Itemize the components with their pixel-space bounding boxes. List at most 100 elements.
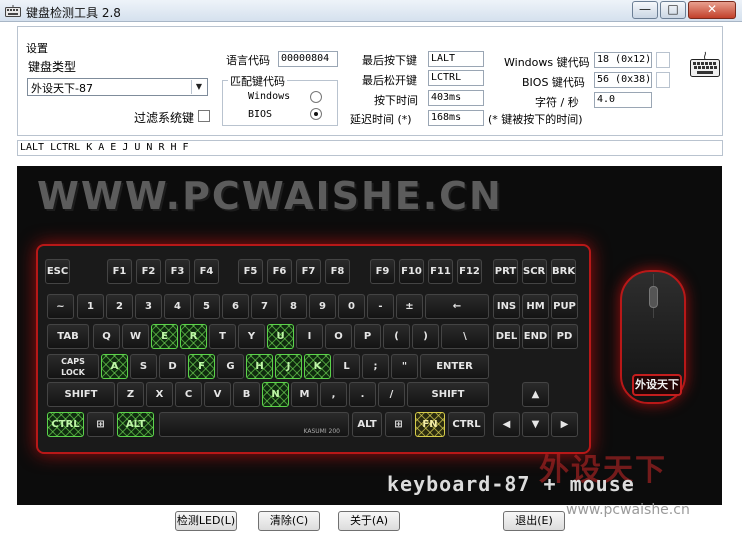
key-s: S [130, 354, 157, 379]
key-l: L [333, 354, 360, 379]
key-fn: FN [415, 412, 445, 437]
bios-key-code-field: 56 (0x38) [594, 72, 652, 88]
key-h: H [246, 354, 273, 379]
key-y: Y [238, 324, 265, 349]
minimize-button[interactable]: — [632, 1, 658, 19]
key-rctrl: CTRL [448, 412, 485, 437]
mouse-logo: 外设天下 [632, 374, 682, 396]
key-a: A [101, 354, 128, 379]
key-plus: ± [396, 294, 423, 319]
key-del: DEL [493, 324, 520, 349]
key-f1: F1 [107, 259, 132, 284]
mouse-wheel [649, 286, 658, 308]
maximize-button[interactable]: □ [660, 1, 686, 19]
watermark-url: www.pcwaishe.cn [566, 502, 690, 518]
match-key-code-label: 匹配键代码 [228, 73, 287, 89]
keyboard-icon [690, 51, 720, 77]
key-f5: F5 [238, 259, 263, 284]
key-x: X [146, 382, 173, 407]
bios-radio[interactable] [310, 108, 322, 120]
keyboard-type-value: 外设天下-87 [31, 82, 93, 95]
key-lshift: SHIFT [47, 382, 115, 407]
key-e: E [151, 324, 178, 349]
keyboard-type-select[interactable]: 外设天下-87 ▼ [27, 78, 208, 96]
last-pressed-label: 最后按下键 [362, 54, 417, 67]
key-z: Z [117, 382, 144, 407]
key-k: K [304, 354, 331, 379]
bios-radio-label: BIOS [248, 109, 273, 120]
key-9: 9 [309, 294, 336, 319]
window-title: 键盘检测工具 2.8 [26, 6, 121, 20]
key-f2: F2 [136, 259, 161, 284]
key-f10: F10 [399, 259, 424, 284]
windows-radio[interactable] [310, 91, 322, 103]
key-u: U [267, 324, 294, 349]
key-minus: - [367, 294, 394, 319]
delay-time-label: 延迟时间 (*) [350, 113, 412, 126]
key-lwin: ⊞ [87, 412, 114, 437]
key-up: ▲ [522, 382, 549, 407]
about-button[interactable]: 关于(A) [338, 511, 400, 531]
settings-group-label: 设置 [24, 40, 50, 56]
key-grave: ~ [47, 294, 74, 319]
language-code-label: 语言代码 [226, 54, 270, 67]
windows-radio-label: Windows [248, 91, 291, 102]
key-left: ◀ [493, 412, 520, 437]
key-slash: / [378, 382, 405, 407]
chevron-down-icon[interactable]: ▼ [191, 80, 206, 94]
bios-key-code-indicator [656, 72, 670, 88]
key-n: N [262, 382, 289, 407]
exit-button[interactable]: 退出(E) [503, 511, 565, 531]
close-button[interactable]: ✕ [688, 1, 736, 19]
press-time-label: 按下时间 [374, 94, 418, 107]
key-pup: PUP [551, 294, 578, 319]
key-6: 6 [222, 294, 249, 319]
clear-button[interactable]: 清除(C) [258, 511, 320, 531]
windows-key-code-indicator [656, 52, 670, 68]
key-q: Q [93, 324, 120, 349]
key-ins: INS [493, 294, 520, 319]
key-i: I [296, 324, 323, 349]
key-back: ← [425, 294, 489, 319]
chars-per-second-field: 4.0 [594, 92, 652, 108]
last-released-field: LCTRL [428, 70, 484, 86]
key-space: KASUMI 200 [159, 412, 349, 437]
key-hm: HM [522, 294, 549, 319]
key-tab: TAB [47, 324, 89, 349]
key-1: 1 [77, 294, 104, 319]
key-f11: F11 [428, 259, 453, 284]
key-f6: F6 [267, 259, 292, 284]
key-right: ▶ [551, 412, 578, 437]
spacebar-brand: KASUMI 200 [303, 428, 340, 435]
key-v: V [204, 382, 231, 407]
key-down: ▼ [522, 412, 549, 437]
key-ralt: ALT [352, 412, 382, 437]
key-semi: ; [362, 354, 389, 379]
last-pressed-field: LALT [428, 51, 484, 67]
last-released-label: 最后松开键 [362, 74, 417, 87]
key-f3: F3 [165, 259, 190, 284]
key-4: 4 [164, 294, 191, 319]
key-scrl: SCRL [522, 259, 547, 284]
key-m: M [291, 382, 318, 407]
key-o: O [325, 324, 352, 349]
key-caps: CAPS LOCK [47, 354, 99, 379]
key-f12: F12 [457, 259, 482, 284]
key-d: D [159, 354, 186, 379]
model-caption: keyboard-87 + mouse [387, 472, 635, 496]
keyboard-type-label: 键盘类型 [28, 60, 77, 74]
key-p: P [354, 324, 381, 349]
key-rbr: ) [412, 324, 439, 349]
detect-led-button[interactable]: 检测LED(L) [175, 511, 237, 531]
windows-key-code-field: 18 (0x12) [594, 52, 652, 68]
key-prt: PRT [493, 259, 518, 284]
key-b: B [233, 382, 260, 407]
key-bsl: \ [441, 324, 489, 349]
key-dot: . [349, 382, 376, 407]
key-w: W [122, 324, 149, 349]
delay-time-field: 168ms [428, 110, 484, 126]
key-5: 5 [193, 294, 220, 319]
filter-system-keys-checkbox[interactable] [198, 110, 210, 122]
keyboard-visual-panel: WWW.PCWAISHE.CN ESC F1 F2 F3 F4 F5 F6 F7 F8 F9 F10… [17, 166, 722, 505]
key-f9: F9 [370, 259, 395, 284]
